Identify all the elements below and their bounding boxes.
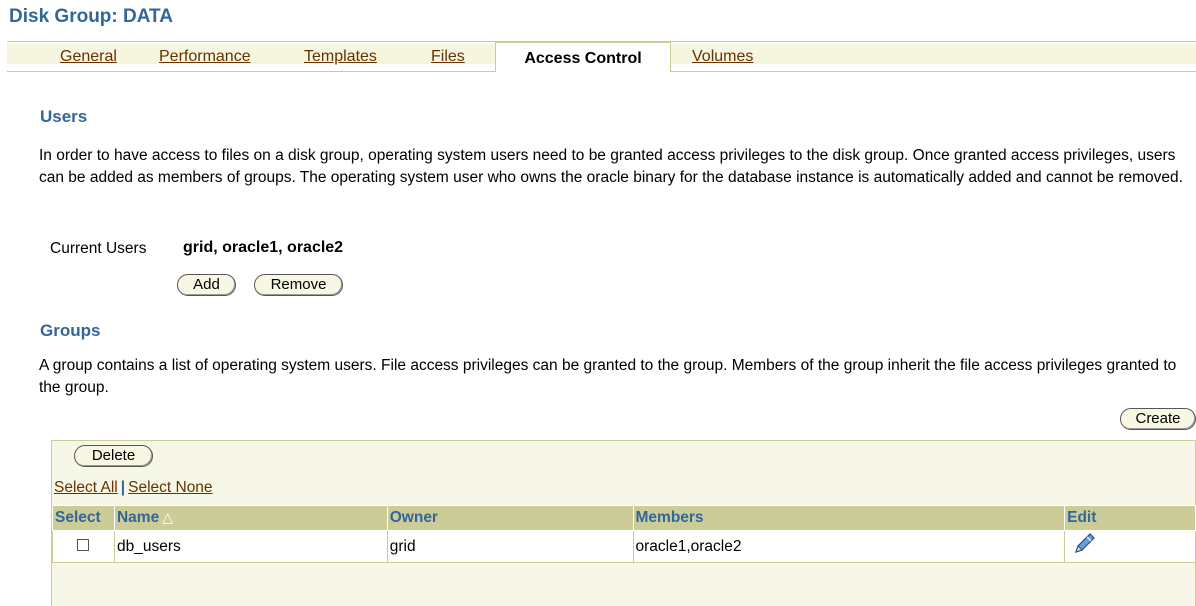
- remove-user-button[interactable]: Remove: [254, 274, 343, 296]
- row-members: oracle1,oracle2: [632, 530, 1066, 563]
- tab-performance[interactable]: Performance: [159, 48, 251, 66]
- users-description: In order to have access to files on a di…: [39, 147, 1183, 186]
- link-separator: |: [120, 479, 126, 496]
- row-select-checkbox[interactable]: [77, 538, 89, 551]
- tab-bar: General Performance Templates Files Acce…: [7, 41, 1196, 74]
- selection-links: Select All | Select None: [54, 479, 213, 497]
- column-header-members: Members: [632, 505, 1066, 531]
- column-header-select: Select: [52, 505, 115, 531]
- column-header-edit: Edit: [1064, 505, 1196, 531]
- tab-files[interactable]: Files: [431, 48, 465, 66]
- tab-templates[interactable]: Templates: [304, 48, 377, 66]
- groups-description: A group contains a list of operating sys…: [39, 357, 1177, 396]
- column-header-owner: Owner: [386, 505, 634, 531]
- tab-access-control[interactable]: Access Control: [495, 42, 671, 72]
- select-all-link[interactable]: Select All: [54, 479, 118, 496]
- groups-table: Select Name △ Owner Members Edit db_users…: [52, 505, 1196, 563]
- delete-group-button[interactable]: Delete: [74, 445, 153, 467]
- column-header-name-label: Name: [116, 509, 160, 526]
- row-edit-cell: [1064, 530, 1196, 563]
- table-row: db_users grid oracle1,oracle2: [52, 530, 1196, 563]
- sort-ascending-icon: △: [162, 509, 173, 525]
- row-owner: grid: [386, 530, 634, 563]
- current-users-value: grid, oracle1, oracle2: [183, 239, 344, 256]
- tab-volumes[interactable]: Volumes: [692, 48, 753, 66]
- users-section-title: Users: [40, 107, 88, 126]
- groups-section-title: Groups: [40, 321, 101, 340]
- select-none-link[interactable]: Select None: [128, 479, 212, 496]
- create-group-button[interactable]: Create: [1120, 408, 1196, 430]
- row-name: db_users: [113, 530, 388, 563]
- current-users-label: Current Users: [50, 240, 147, 257]
- column-header-name[interactable]: Name △: [113, 505, 388, 531]
- tab-general[interactable]: General: [60, 48, 117, 66]
- add-user-button[interactable]: Add: [177, 274, 236, 296]
- pencil-icon[interactable]: [1071, 531, 1097, 562]
- row-select-cell: [52, 530, 115, 563]
- page-title: Disk Group: DATA: [9, 6, 173, 27]
- table-header-row: Select Name △ Owner Members Edit: [52, 505, 1196, 531]
